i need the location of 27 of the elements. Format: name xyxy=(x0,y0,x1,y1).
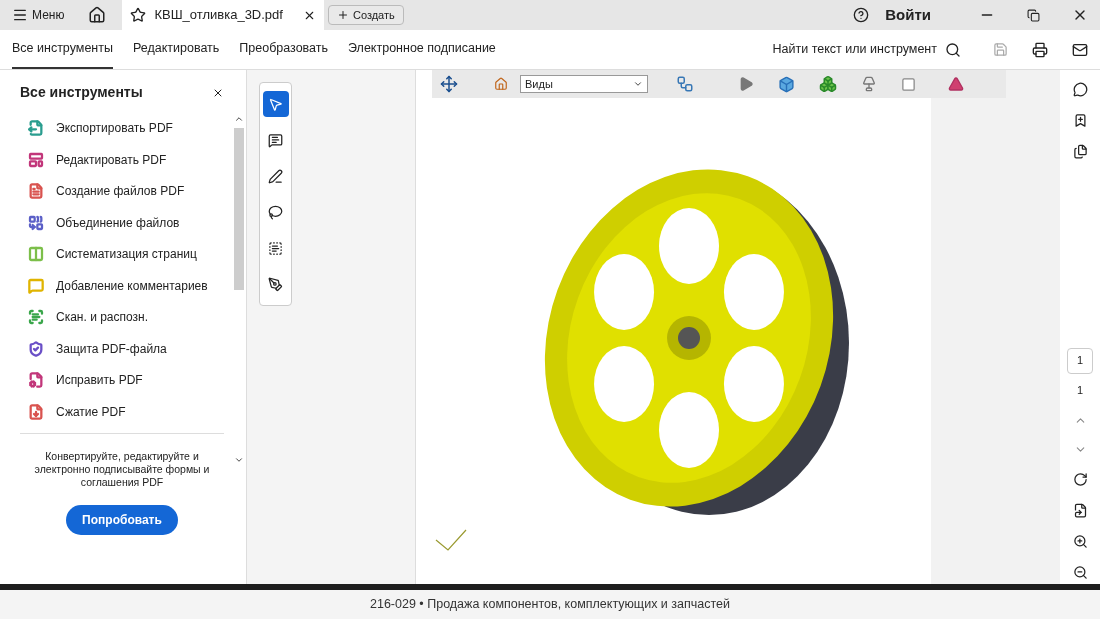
tool-item[interactable]: Сжатие PDF xyxy=(56,402,126,421)
panel-title: Все инструменты xyxy=(20,83,143,102)
document-tab[interactable]: КВШ_отливка_3D.pdf xyxy=(122,0,324,30)
nav-tab[interactable]: Все инструменты xyxy=(12,30,113,69)
sign-in-button[interactable]: Войти xyxy=(885,3,931,27)
tool-item[interactable]: Редактировать PDF xyxy=(56,150,167,169)
tool-item[interactable]: Добавление комментариев xyxy=(56,276,208,295)
search-label[interactable]: Найти текст или инструмент xyxy=(772,40,937,59)
create-button[interactable]: Создать xyxy=(327,5,404,25)
try-button[interactable]: Попробовать xyxy=(66,504,178,535)
page-count: 1 xyxy=(1076,382,1084,398)
caption-text: 216-029 • Продажа компонентов, комплектующих и запчастей xyxy=(370,596,730,614)
nav-tab[interactable]: Редактировать xyxy=(132,30,220,69)
promo-text: Конвертируйте, редактируйте и электронно подписывайте формы и соглашения PDF xyxy=(33,449,211,489)
tool-item[interactable]: Создание файлов PDF xyxy=(56,182,185,200)
tool-item[interactable]: Защита PDF-файла xyxy=(56,339,167,358)
menu-button[interactable]: Меню xyxy=(0,0,77,30)
tool-item[interactable]: Объединение файлов xyxy=(56,213,180,232)
tool-item[interactable]: Систематизация страниц xyxy=(56,245,197,263)
views-dropdown[interactable]: Виды xyxy=(520,75,648,93)
document-title: КВШ_отливка_3D.pdf xyxy=(154,6,283,25)
nav-tab[interactable]: Электронное подписание xyxy=(348,30,496,69)
tool-item[interactable]: Скан. и распозн. xyxy=(56,308,149,326)
tool-item[interactable]: Экспортировать PDF xyxy=(56,119,173,137)
tool-item[interactable]: Исправить PDF xyxy=(56,371,143,389)
nav-tab[interactable]: Преобразовать xyxy=(239,30,329,69)
page-number-field[interactable]: 1 xyxy=(1067,347,1093,374)
